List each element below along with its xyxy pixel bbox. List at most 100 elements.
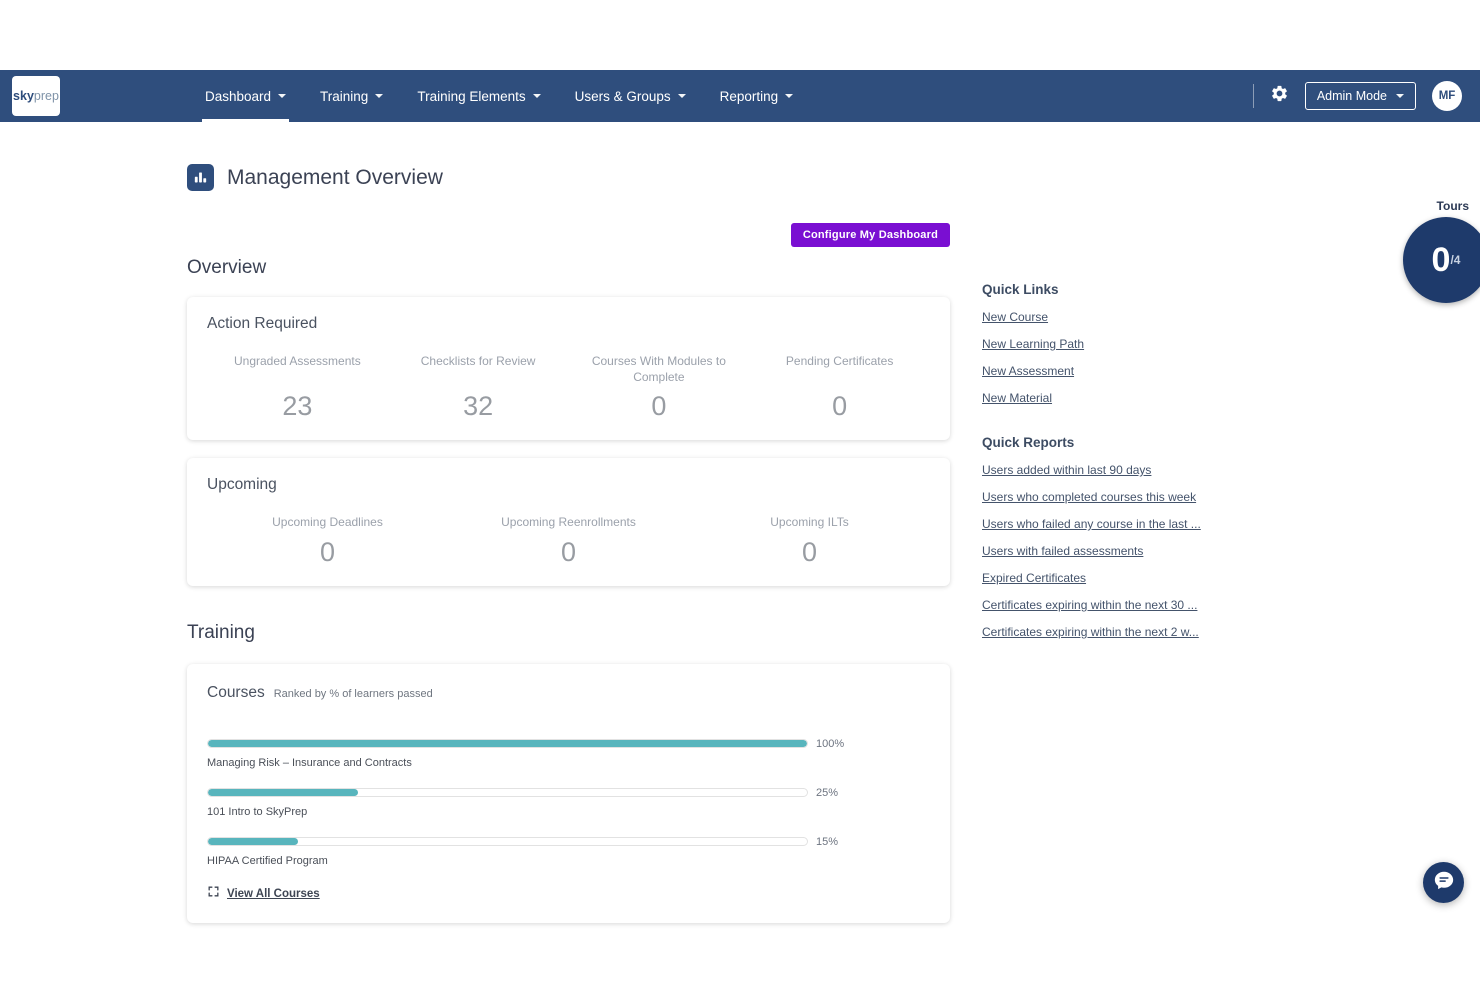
user-avatar[interactable]: MF [1432,81,1462,111]
stat-label: Checklists for Review [402,353,555,385]
course-progress-track [207,739,808,748]
stat-checklists-review: Checklists for Review 32 [388,353,569,422]
chevron-down-icon [375,94,383,98]
action-required-card: Action Required Ungraded Assessments 23 … [187,297,950,440]
nav-item-users-groups[interactable]: Users & Groups [558,70,703,122]
course-progress-fill [208,838,298,845]
quick-link-new-course[interactable]: New Course [982,310,1214,324]
quick-reports-list: Users added within last 90 days Users wh… [982,463,1232,639]
report-link-certs-expiring-30[interactable]: Certificates expiring within the next 30… [982,598,1214,612]
courses-card-subtitle: Ranked by % of learners passed [274,688,433,700]
quick-link-new-assessment[interactable]: New Assessment [982,364,1214,378]
report-link-certs-expiring-2w[interactable]: Certificates expiring within the next 2 … [982,625,1214,639]
course-bar-row: 100% Managing Risk – Insurance and Contr… [207,738,930,769]
course-progress-track [207,788,808,797]
card-title: Action Required [207,315,930,333]
nav-item-reporting[interactable]: Reporting [703,70,811,122]
overview-heading: Overview [187,257,950,279]
quick-link-new-learning-path[interactable]: New Learning Path [982,337,1214,351]
stat-value: 0 [462,537,675,568]
courses-card: Courses Ranked by % of learners passed 1… [187,664,950,923]
course-progress-track [207,837,808,846]
page-title: Management Overview [227,166,443,190]
stat-label: Upcoming ILTs [703,514,916,530]
course-percent-label: 25% [816,787,838,799]
course-name-label: Managing Risk – Insurance and Contracts [207,757,930,769]
stat-value: 0 [221,537,434,568]
view-all-courses-link[interactable]: View All Courses [227,888,320,900]
chevron-down-icon [1396,94,1404,98]
admin-mode-label: Admin Mode [1317,89,1387,103]
chevron-down-icon [533,94,541,98]
quick-links-heading: Quick Links [982,282,1232,297]
tours-total: /4 [1450,253,1460,267]
chat-icon [1433,869,1455,896]
logo-text-sky: sky [13,89,34,103]
nav-item-dashboard[interactable]: Dashboard [188,70,303,122]
quick-link-new-material[interactable]: New Material [982,391,1214,405]
main-nav: Dashboard Training Training Elements Use… [188,70,810,122]
nav-label: Users & Groups [575,89,671,104]
nav-label: Training Elements [417,89,525,104]
nav-label: Training [320,89,368,104]
chevron-down-icon [785,94,793,98]
top-navbar: skyprep Dashboard Training Training Elem… [0,70,1480,122]
tours-progress-button[interactable]: 0/4 [1403,217,1480,303]
chevron-down-icon [278,94,286,98]
stat-upcoming-ilts: Upcoming ILTs 0 [689,514,930,567]
stat-value: 0 [703,537,916,568]
settings-button[interactable] [1270,84,1289,108]
report-link-users-failed-assessments[interactable]: Users with failed assessments [982,544,1214,558]
courses-title-row: Courses Ranked by % of learners passed [207,684,930,702]
stat-value: 23 [221,391,374,422]
quick-links-list: New Course New Learning Path New Assessm… [982,310,1232,405]
page-content: Management Overview Configure My Dashboa… [0,122,1480,987]
stat-value: 0 [583,391,736,422]
stat-courses-modules-complete: Courses With Modules to Complete 0 [569,353,750,422]
course-bar-row: 25% 101 Intro to SkyPrep [207,787,930,818]
configure-dashboard-button[interactable]: Configure My Dashboard [791,223,950,247]
report-link-users-added[interactable]: Users added within last 90 days [982,463,1214,477]
course-progress-fill [208,789,358,796]
stat-label: Upcoming Deadlines [221,514,434,530]
chevron-down-icon [678,94,686,98]
bar-chart-icon [187,164,214,191]
nav-label: Dashboard [205,89,271,104]
admin-mode-button[interactable]: Admin Mode [1305,82,1416,110]
course-name-label: 101 Intro to SkyPrep [207,806,930,818]
course-percent-label: 100% [816,738,844,750]
stat-ungraded-assessments: Ungraded Assessments 23 [207,353,388,422]
stat-value: 32 [402,391,555,422]
card-title: Upcoming [207,476,930,494]
report-link-users-failed-course[interactable]: Users who failed any course in the last … [982,517,1214,531]
chat-launcher-button[interactable] [1423,862,1464,903]
training-heading: Training [187,622,950,644]
stat-label: Ungraded Assessments [221,353,374,385]
course-bar-row: 15% HIPAA Certified Program [207,836,930,867]
stat-pending-certificates: Pending Certificates 0 [749,353,930,422]
nav-label: Reporting [720,89,779,104]
upcoming-card: Upcoming Upcoming Deadlines 0 Upcoming R… [187,458,950,585]
course-progress-fill [208,740,807,747]
report-link-users-completed[interactable]: Users who completed courses this week [982,490,1214,504]
nav-item-training[interactable]: Training [303,70,400,122]
report-link-expired-certificates[interactable]: Expired Certificates [982,571,1214,585]
stat-label: Upcoming Reenrollments [462,514,675,530]
navbar-divider [1253,84,1254,108]
courses-bar-chart: 100% Managing Risk – Insurance and Contr… [207,738,930,867]
courses-card-title: Courses [207,684,265,702]
expand-icon [207,885,220,903]
quick-reports-heading: Quick Reports [982,435,1232,450]
nav-item-training-elements[interactable]: Training Elements [400,70,557,122]
right-sidebar: Quick Links New Course New Learning Path… [982,122,1232,652]
course-percent-label: 15% [816,836,838,848]
stats-row: Ungraded Assessments 23 Checklists for R… [207,353,930,422]
page-header: Management Overview [187,164,950,191]
main-column: Management Overview Configure My Dashboa… [187,122,950,923]
stat-value: 0 [763,391,916,422]
stat-upcoming-reenrollments: Upcoming Reenrollments 0 [448,514,689,567]
tours-label: Tours [1437,199,1469,213]
stat-label: Courses With Modules to Complete [583,353,736,385]
skyprep-logo[interactable]: skyprep [12,76,60,116]
stat-label: Pending Certificates [763,353,916,385]
